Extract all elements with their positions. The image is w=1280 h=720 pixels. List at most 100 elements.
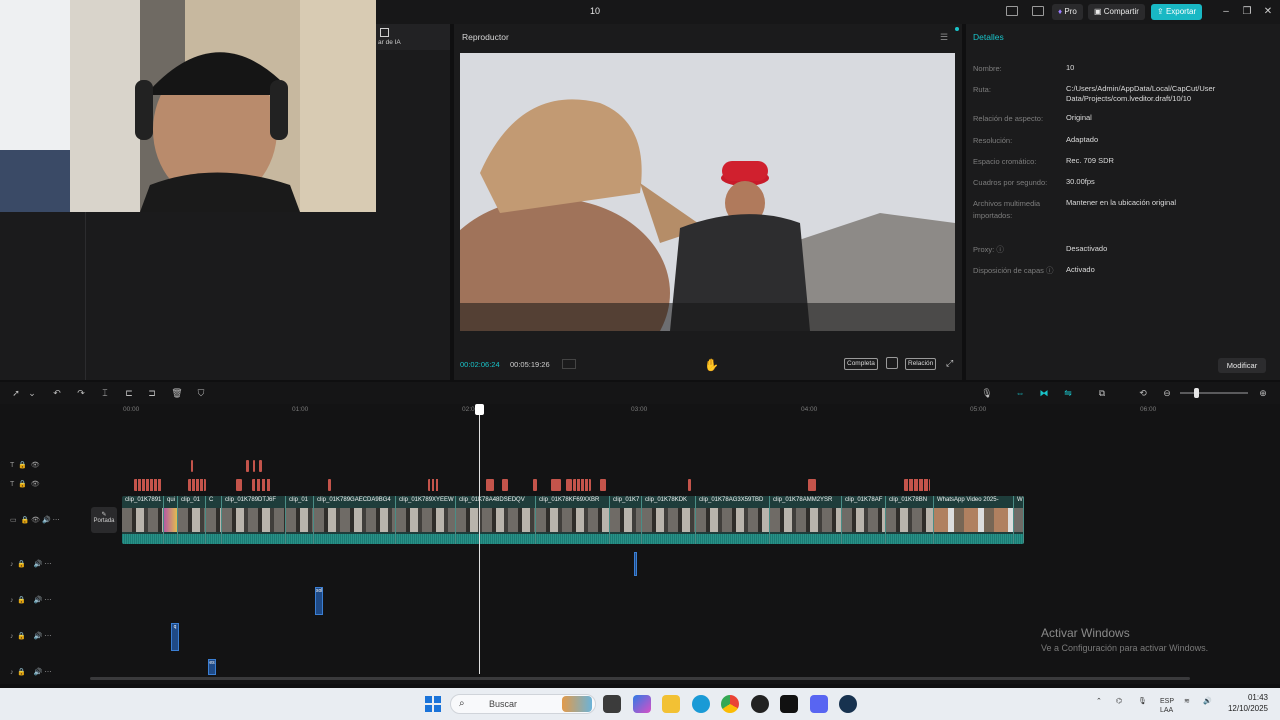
obs-icon[interactable]	[751, 695, 769, 713]
timeline-scrollbar[interactable]	[90, 677, 1190, 680]
text-clip-marker[interactable]	[566, 479, 572, 491]
text-clip-marker[interactable]	[328, 479, 331, 491]
windows-start-icon[interactable]	[425, 696, 441, 712]
video-clip[interactable]: C	[206, 496, 222, 544]
playhead-handle[interactable]	[475, 404, 484, 415]
audio-track-controls[interactable]: ♪ 🔒 🔊 ⋯	[10, 560, 52, 568]
split-icon[interactable]: ⌶	[99, 387, 111, 399]
preview-axis-icon[interactable]: ⧉	[1096, 387, 1108, 399]
volume-icon[interactable]: 🔊	[1203, 697, 1212, 705]
text-clip-marker[interactable]	[246, 460, 249, 472]
file-explorer-icon[interactable]	[662, 695, 680, 713]
timecode-format-icon[interactable]	[562, 359, 576, 369]
video-clip[interactable]: clip_01K7	[610, 496, 642, 544]
split-right-icon[interactable]: ⊐	[146, 387, 158, 399]
text-clip-marker[interactable]	[600, 479, 606, 491]
video-clip[interactable]: clip_01K78KF69XXBR	[536, 496, 610, 544]
marker-icon[interactable]: ⛉	[195, 387, 207, 399]
snapshot-icon[interactable]	[886, 357, 898, 369]
task-view-icon[interactable]	[603, 695, 621, 713]
ai-tab[interactable]: ar de IA	[376, 24, 450, 50]
wifi-icon[interactable]: ≋	[1184, 697, 1190, 705]
microphone-tray-icon[interactable]: 🎙	[1138, 697, 1147, 705]
text-clip-marker[interactable]	[688, 479, 691, 491]
text-clip-marker[interactable]	[191, 460, 193, 472]
video-clip[interactable]: W	[1014, 496, 1024, 544]
text-clip-marker[interactable]	[551, 479, 561, 491]
snap-icon[interactable]: ⇋	[1062, 387, 1074, 399]
text-clip-marker[interactable]	[236, 479, 242, 491]
text-clip-marker[interactable]	[904, 479, 930, 491]
select-tool-icon[interactable]: ➚	[10, 387, 22, 399]
text-clip-marker[interactable]	[502, 479, 508, 491]
microphone-icon[interactable]: 🎙	[981, 387, 993, 399]
cover-button[interactable]: ✎ Portada	[91, 507, 117, 533]
zoom-slider[interactable]	[1180, 392, 1248, 394]
text-clip-marker[interactable]	[808, 479, 816, 491]
minimize-button[interactable]: –	[1218, 4, 1234, 20]
text-clip-marker[interactable]	[188, 479, 206, 491]
zoom-out-icon[interactable]: ⊖	[1161, 387, 1173, 399]
text-clip-marker[interactable]	[573, 479, 591, 491]
video-clip[interactable]: clip_01K789DTJ6F	[222, 496, 286, 544]
video-clip[interactable]: clip_01	[286, 496, 314, 544]
full-quality-button[interactable]: Completa	[844, 358, 878, 370]
video-clip[interactable]: clip_01K78KDK	[642, 496, 696, 544]
menu-icon[interactable]: ☰	[940, 32, 948, 43]
chevron-up-icon[interactable]: ⌃	[1096, 697, 1102, 705]
timeline[interactable]	[0, 404, 1280, 684]
export-button[interactable]: ⇪ Exportar	[1151, 4, 1203, 20]
text-clip-marker[interactable]	[134, 479, 162, 491]
fullscreen-icon[interactable]: ⤢	[946, 358, 953, 369]
discord-icon[interactable]	[810, 695, 828, 713]
close-button[interactable]: ✕	[1260, 4, 1276, 20]
text-clip-marker[interactable]	[428, 479, 440, 491]
audio-clip[interactable]: es	[208, 659, 216, 675]
main-track-controls[interactable]: ▭ 🔒 👁 🔊 ⋯	[10, 516, 60, 524]
main-video-track[interactable]: clip_01K7891 qui clip_01 C clip_01K789DT…	[122, 496, 1024, 544]
text-track-controls[interactable]: T 🔒 👁	[10, 461, 40, 469]
language-indicator[interactable]: ESP LAA	[1160, 697, 1174, 715]
audio-track-controls[interactable]: ♪ 🔒 🔊 ⋯	[10, 632, 52, 640]
text-clip-marker[interactable]	[253, 460, 255, 472]
video-clip[interactable]: clip_01K7891	[122, 496, 164, 544]
text-clip-marker[interactable]	[259, 460, 262, 472]
chrome-icon[interactable]	[721, 695, 739, 713]
text-clip-marker[interactable]	[533, 479, 537, 491]
audio-track-controls[interactable]: ♪ 🔒 🔊 ⋯	[10, 596, 52, 604]
audio-clip[interactable]	[634, 552, 637, 576]
ratio-button[interactable]: Relación	[905, 358, 937, 370]
audio-clip[interactable]: q	[171, 623, 179, 651]
network-icon[interactable]: ⌬	[1116, 697, 1122, 705]
text-clip-marker[interactable]	[486, 479, 494, 491]
text-clip-marker[interactable]	[252, 479, 272, 491]
shortcuts-icon[interactable]	[1032, 6, 1044, 16]
taskbar-clock[interactable]: 01:43 12/10/2025	[1222, 692, 1268, 714]
pro-button[interactable]: ♦ Pro	[1052, 4, 1083, 20]
video-clip[interactable]: clip_01K78AF	[842, 496, 886, 544]
redo-icon[interactable]: ↷	[75, 387, 87, 399]
video-clip[interactable]: qui	[164, 496, 178, 544]
delete-icon[interactable]: 🗑	[171, 387, 183, 399]
steam-icon[interactable]	[839, 695, 857, 713]
copilot-icon[interactable]	[633, 695, 651, 713]
zoom-in-icon[interactable]: ⊕	[1257, 387, 1269, 399]
video-clip[interactable]: clip_01K78AG3X59TBD	[696, 496, 770, 544]
audio-track-controls[interactable]: ♪ 🔒 🔊 ⋯	[10, 668, 52, 676]
share-button[interactable]: ▣ Compartir	[1088, 4, 1145, 20]
video-clip[interactable]: clip_01	[178, 496, 206, 544]
zoom-slider-handle[interactable]	[1194, 388, 1199, 398]
video-clip[interactable]: clip_01K78BN	[886, 496, 934, 544]
video-clip[interactable]: clip_01K789GAECDA9BG4	[314, 496, 396, 544]
video-clip[interactable]: clip_01K789XYEEW	[396, 496, 456, 544]
video-clip[interactable]: WhatsApp Video 2025-	[934, 496, 1014, 544]
restore-button[interactable]: ❐	[1239, 4, 1255, 20]
video-preview[interactable]	[460, 53, 955, 331]
edge-icon[interactable]	[692, 695, 710, 713]
video-clip[interactable]: clip_01K78AMM2YSR	[770, 496, 842, 544]
layout-icon[interactable]	[1006, 6, 1018, 16]
undo-icon[interactable]: ↶	[51, 387, 63, 399]
split-left-icon[interactable]: ⊏	[123, 387, 135, 399]
modify-button[interactable]: Modificar	[1218, 358, 1266, 373]
video-clip[interactable]: clip_01K78A48DSEDQV	[456, 496, 536, 544]
